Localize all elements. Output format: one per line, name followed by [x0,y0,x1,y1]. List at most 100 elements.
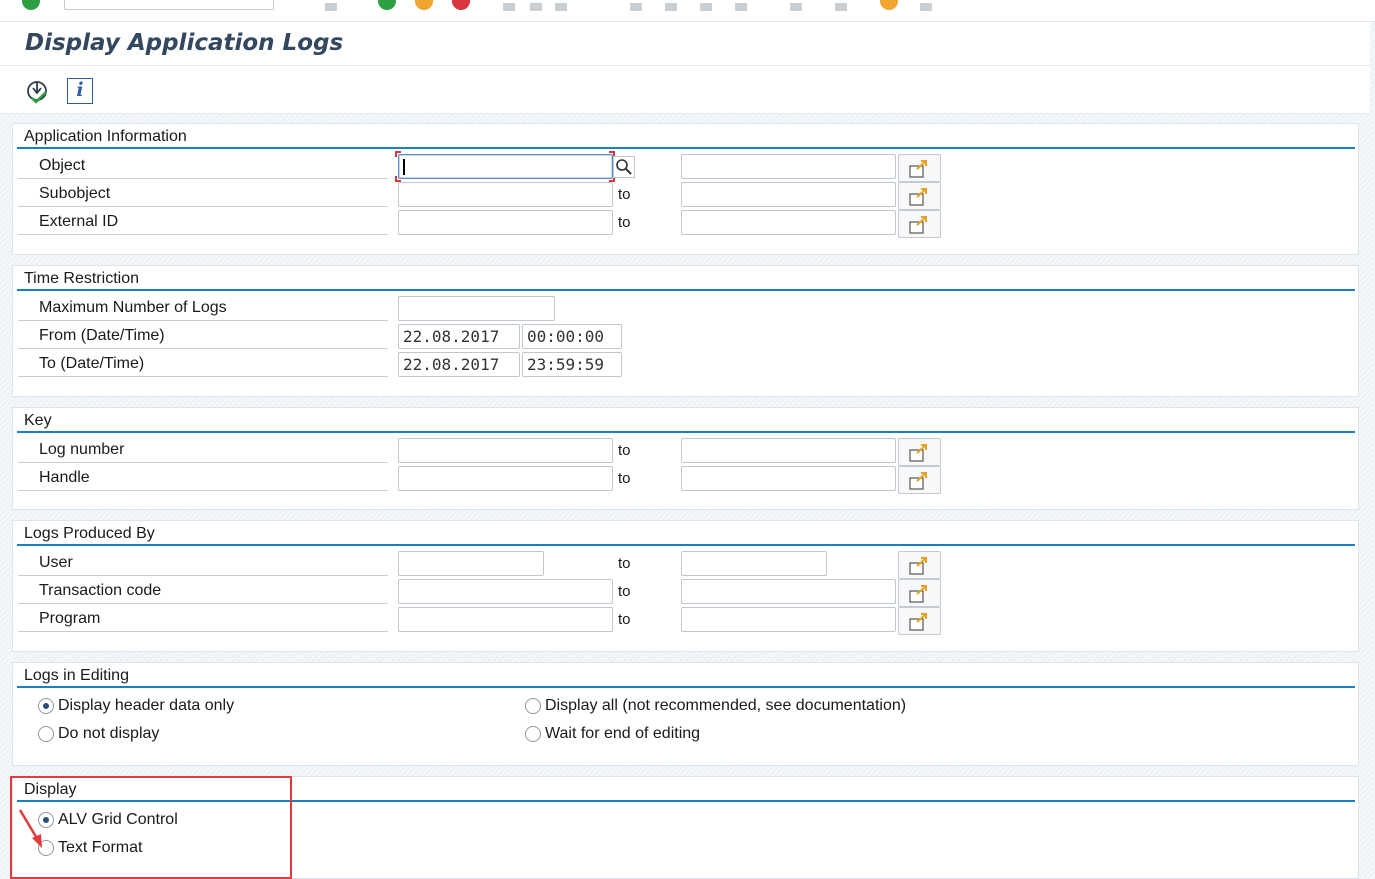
system-toolbar [0,0,1375,22]
to-time-input[interactable]: 23:59:59 [522,352,622,377]
group-title: Display [24,781,77,798]
focus-corner [395,151,401,157]
page-title: Display Application Logs [25,30,344,56]
user-to-input[interactable] [681,551,827,576]
multiple-selection-button[interactable] [898,182,941,210]
back-icon[interactable] [415,0,433,10]
row-to-date-time: To (Date/Time) 22.08.2017 23:59:59 [13,352,1358,380]
log-number-to-input[interactable] [681,438,896,463]
radio-label: Do not display [58,725,160,742]
object-label: Object [18,154,388,179]
group-logs-produced-by: Logs Produced By User to Transaction cod… [12,520,1359,652]
multiple-selection-button[interactable] [898,551,941,579]
row-max-logs: Maximum Number of Logs [13,296,1358,324]
to-date-input[interactable]: 22.08.2017 [398,352,520,377]
multiple-selection-button[interactable] [898,210,941,238]
sap-screen: Display Application Logs i Application I… [0,0,1375,879]
program-label: Program [18,607,388,632]
multiple-selection-icon [909,585,927,603]
program-from-input[interactable] [398,607,613,632]
multiple-selection-button[interactable] [898,579,941,607]
save-icon[interactable] [378,0,396,10]
from-time-input[interactable]: 00:00:00 [522,324,622,349]
cancel-icon[interactable] [452,0,470,10]
log-number-label: Log number [18,438,388,463]
subobject-label: Subobject [18,182,388,207]
customize-icon[interactable] [920,3,932,11]
execute-icon[interactable] [24,78,50,104]
last-page-icon[interactable] [735,3,747,11]
program-to-input[interactable] [681,607,896,632]
max-logs-input[interactable] [398,296,555,321]
title-bar: Display Application Logs [0,22,1370,66]
find-next-icon[interactable] [555,3,567,11]
info-icon[interactable]: i [67,78,93,104]
group-divider [17,686,1355,688]
to-label: to [618,611,631,628]
radio-button[interactable] [38,840,54,856]
enter-icon[interactable] [22,0,40,10]
group-divider [17,431,1355,433]
row-subobject: Subobject to [13,182,1358,210]
external-id-label: External ID [18,210,388,235]
multiple-selection-icon [909,216,927,234]
multiple-selection-icon [909,444,927,462]
user-from-input[interactable] [398,551,544,576]
to-label: to [618,442,631,459]
search-help-icon[interactable] [613,156,635,178]
first-page-icon[interactable] [630,3,642,11]
command-field[interactable] [64,0,274,10]
group-display: Display ALV Grid Control Text Format [12,776,1359,879]
radio-label: Wait for end of editing [545,725,701,742]
to-label: to [618,583,631,600]
user-label: User [18,551,388,576]
previous-page-icon[interactable] [665,3,677,11]
row-transaction-code: Transaction code to [13,579,1358,607]
help-icon[interactable] [880,0,898,10]
group-divider [17,147,1355,149]
shortcut-icon[interactable] [835,3,847,11]
object-to-input[interactable] [681,154,896,179]
next-page-icon[interactable] [700,3,712,11]
transaction-code-from-input[interactable] [398,579,613,604]
handle-from-input[interactable] [398,466,613,491]
from-date-input[interactable]: 22.08.2017 [398,324,520,349]
multiple-selection-icon [909,613,927,631]
subobject-to-input[interactable] [681,182,896,207]
multiple-selection-button[interactable] [898,154,941,182]
multiple-selection-icon [909,188,927,206]
subobject-from-input[interactable] [398,182,613,207]
multiple-selection-button[interactable] [898,466,941,494]
multiple-selection-icon [909,160,927,178]
multiple-selection-icon [909,557,927,575]
handle-label: Handle [18,466,388,491]
max-logs-label: Maximum Number of Logs [18,296,388,321]
from-date-time-label: From (Date/Time) [18,324,388,349]
multiple-selection-button[interactable] [898,438,941,466]
row-external-id: External ID to [13,210,1358,238]
external-id-from-input[interactable] [398,210,613,235]
new-session-icon[interactable] [790,3,802,11]
find-icon[interactable] [530,3,542,11]
radio-button[interactable] [38,726,54,742]
group-divider [17,544,1355,546]
print-icon[interactable] [503,3,515,11]
group-title: Logs in Editing [24,667,129,684]
radio-button-selected[interactable] [38,698,54,714]
group-time-restriction: Time Restriction Maximum Number of Logs … [12,265,1359,397]
transaction-code-to-input[interactable] [681,579,896,604]
log-number-from-input[interactable] [398,438,613,463]
radio-button[interactable] [525,698,541,714]
dropdown-icon[interactable] [325,3,337,11]
multiple-selection-button[interactable] [898,607,941,635]
object-from-input[interactable] [398,154,613,179]
handle-to-input[interactable] [681,466,896,491]
group-divider [17,289,1355,291]
radio-button-selected[interactable] [38,812,54,828]
application-toolbar: i [0,66,1370,114]
radio-button[interactable] [525,726,541,742]
external-id-to-input[interactable] [681,210,896,235]
row-program: Program to [13,607,1358,635]
to-label: to [618,214,631,231]
to-label: to [618,470,631,487]
